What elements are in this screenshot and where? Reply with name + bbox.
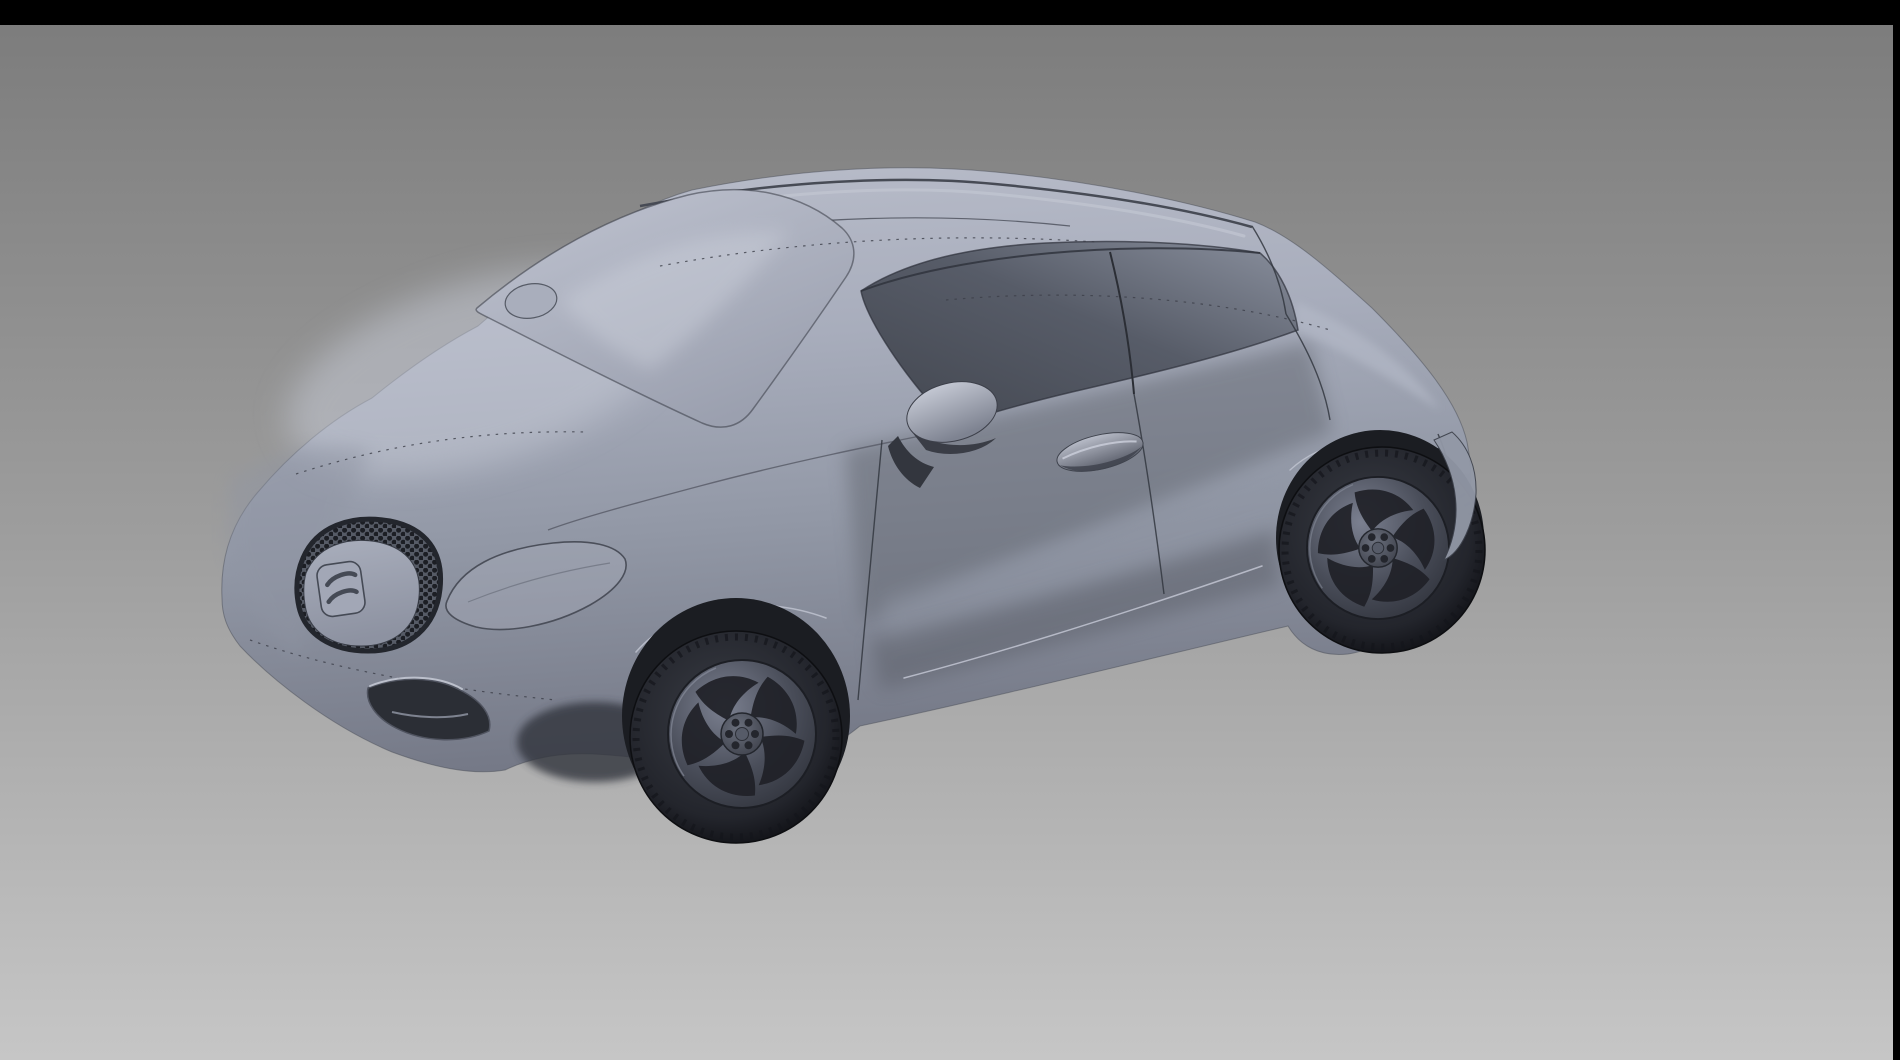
render-canvas xyxy=(0,0,1900,1060)
front-center-cap xyxy=(736,728,749,741)
letterbox-top-bar xyxy=(0,0,1900,25)
cad-viewport[interactable] xyxy=(0,0,1900,1060)
rear-wheel xyxy=(1276,430,1485,653)
rear-center-cap xyxy=(1372,542,1384,554)
letterbox-right-bar xyxy=(1893,0,1900,1060)
front-grille xyxy=(297,519,441,651)
seat-s-logo-icon xyxy=(316,560,367,618)
front-wheel xyxy=(622,598,850,843)
